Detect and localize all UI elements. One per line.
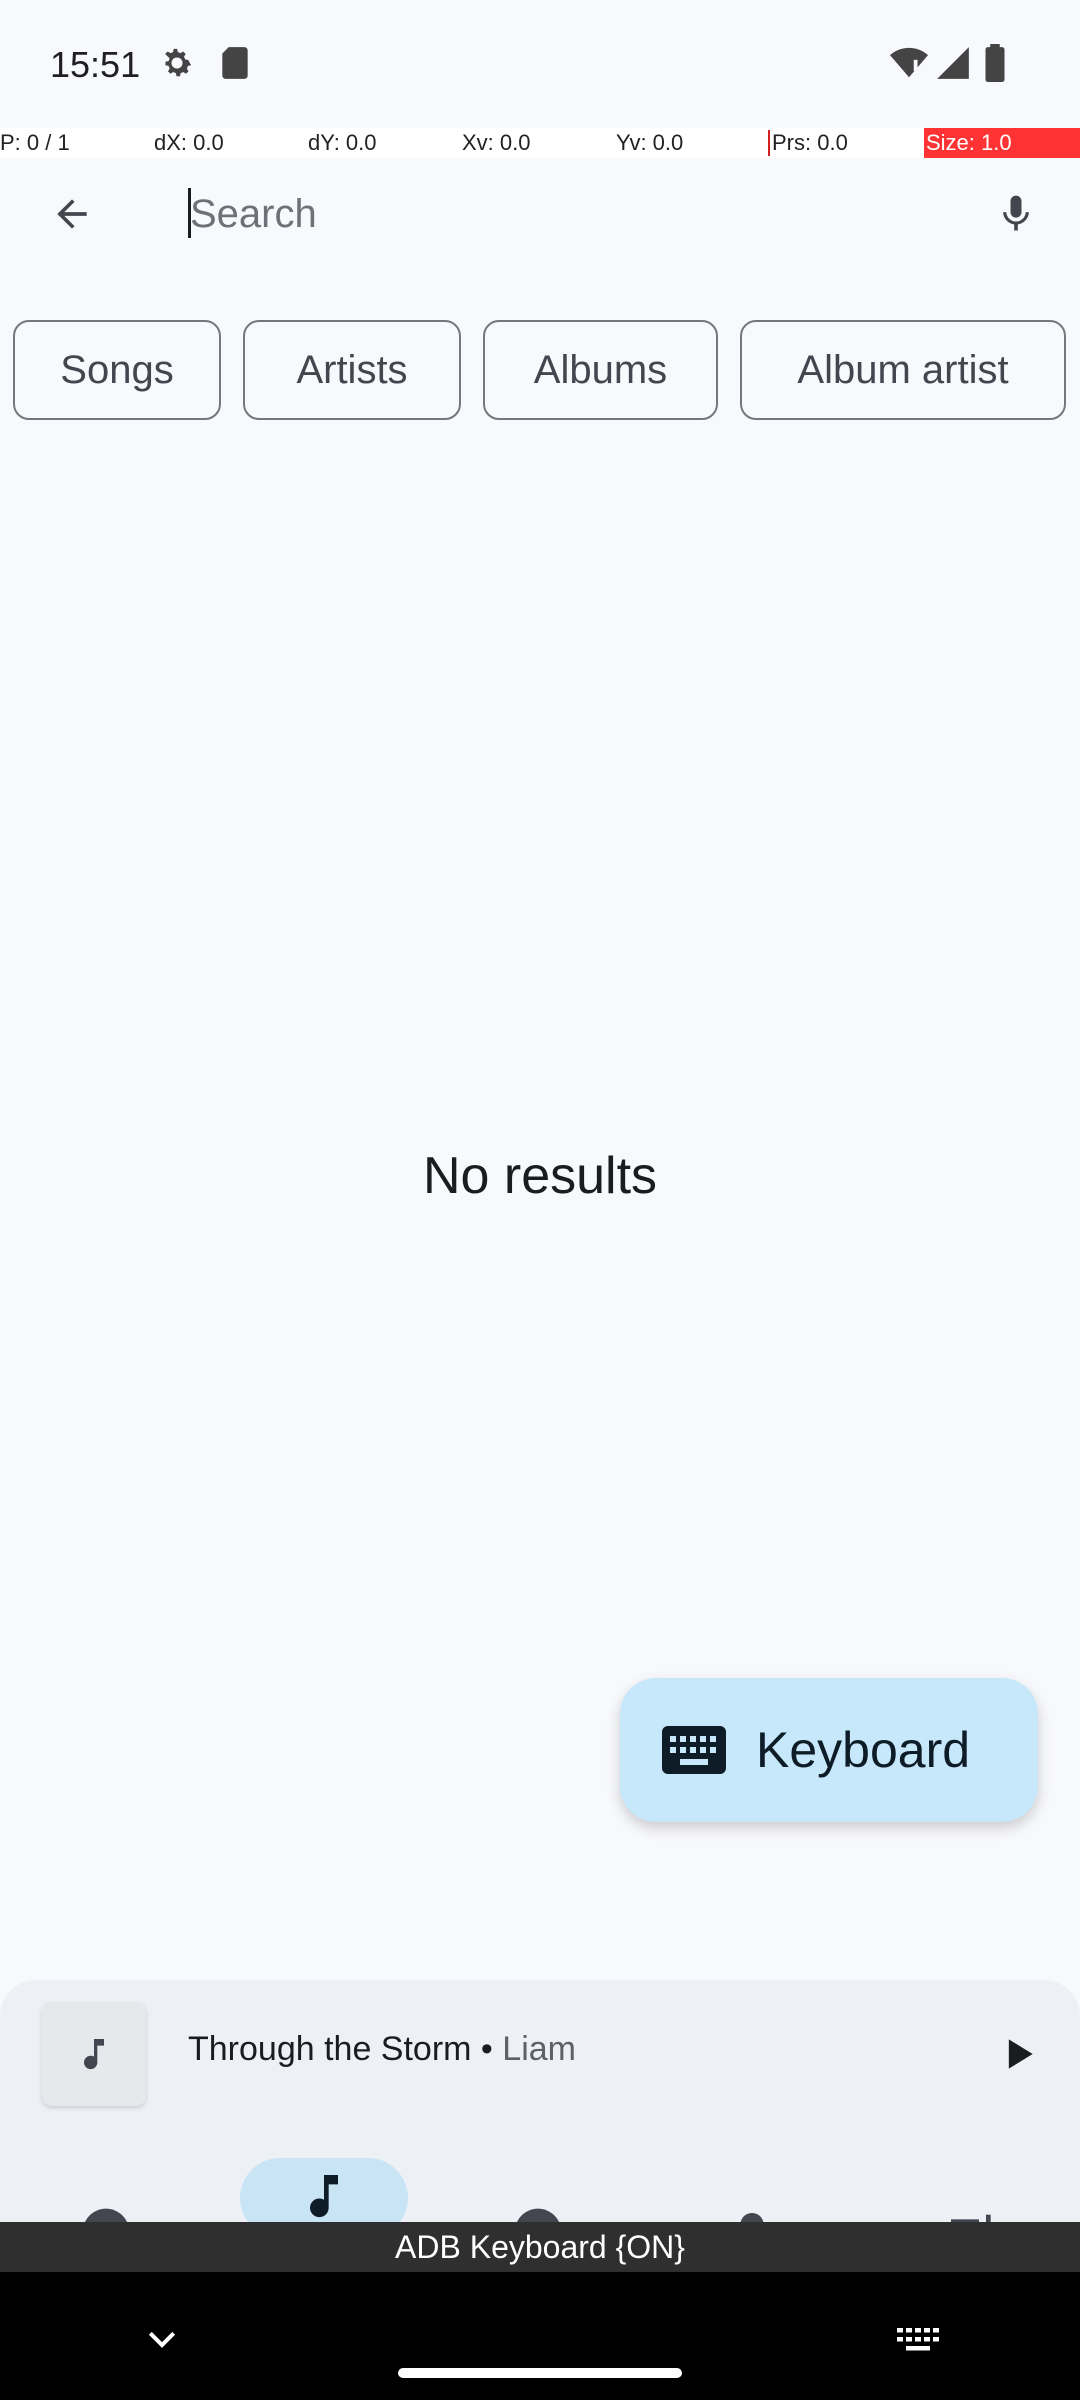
mini-player[interactable]: Through the Storm • Liam bbox=[0, 1980, 1080, 2128]
filter-chip-group: Songs Artists Albums Album artist bbox=[0, 320, 1080, 424]
chip-albums[interactable]: Albums bbox=[483, 320, 718, 420]
debug-xv: Xv: 0.0 bbox=[462, 130, 531, 155]
play-button[interactable] bbox=[990, 2026, 1046, 2082]
playlists-icon bbox=[951, 2214, 991, 2222]
music-note-icon bbox=[84, 2039, 104, 2070]
debug-yv: Yv: 0.0 bbox=[616, 130, 684, 155]
home-gesture-pill[interactable] bbox=[398, 2368, 682, 2378]
keyboard-fab[interactable]: Keyboard bbox=[620, 1678, 1038, 1822]
chip-album-artist[interactable]: Album artist bbox=[740, 320, 1066, 420]
battery-icon bbox=[985, 44, 1005, 82]
play-icon bbox=[1008, 2039, 1033, 2069]
artists-icon bbox=[740, 2213, 764, 2222]
no-results-message: No results bbox=[422, 1147, 658, 1205]
wifi-icon bbox=[890, 47, 928, 78]
chevron-down-icon bbox=[148, 2331, 176, 2348]
nav-playlists[interactable] bbox=[912, 2128, 1032, 2222]
status-bar: 15:51 bbox=[0, 0, 1080, 128]
keyboard-switch-icon bbox=[897, 2328, 939, 2351]
pointer-debug-overlay: P: 0 / 1 dX: 0.0 dY: 0.0 Xv: 0.0 Yv: 0.0… bbox=[0, 128, 1080, 158]
songs-icon bbox=[310, 2175, 338, 2218]
system-navigation-bar bbox=[0, 2272, 1080, 2400]
mic-icon bbox=[1003, 195, 1029, 231]
for-you-icon bbox=[84, 2208, 128, 2222]
chip-songs[interactable]: Songs bbox=[13, 320, 221, 420]
nav-songs[interactable] bbox=[264, 2128, 384, 2222]
nav-albums[interactable] bbox=[478, 2128, 598, 2222]
debug-size: Size: 1.0 bbox=[924, 128, 1080, 158]
switch-keyboard-button[interactable] bbox=[888, 2310, 948, 2370]
debug-pointer: P: 0 / 1 bbox=[0, 130, 70, 155]
track-separator: • bbox=[471, 2030, 503, 2068]
arrow-back-icon bbox=[57, 199, 87, 229]
keyboard-fab-label: Keyboard bbox=[756, 1722, 971, 1778]
status-time: 15:51 bbox=[50, 44, 141, 85]
signal-icon bbox=[937, 47, 969, 79]
hide-keyboard-button[interactable] bbox=[132, 2310, 192, 2370]
now-playing-text: Through the Storm • Liam bbox=[188, 2030, 576, 2069]
debug-dy: dY: 0.0 bbox=[308, 130, 377, 155]
back-button[interactable] bbox=[36, 178, 108, 250]
ime-status-banner: ADB Keyboard {ON} bbox=[0, 2222, 1080, 2272]
text-cursor bbox=[188, 188, 191, 238]
album-art bbox=[42, 2002, 146, 2106]
nav-artists[interactable] bbox=[692, 2128, 812, 2222]
voice-search-button[interactable] bbox=[980, 178, 1052, 250]
debug-prs: Prs: 0.0 bbox=[768, 130, 848, 156]
chip-artists[interactable]: Artists bbox=[243, 320, 461, 420]
albums-icon bbox=[516, 2208, 560, 2222]
track-artist: Liam bbox=[502, 2030, 576, 2068]
nav-for-you[interactable] bbox=[46, 2128, 166, 2222]
keyboard-icon bbox=[662, 1726, 726, 1774]
search-toolbar bbox=[0, 160, 1080, 262]
sd-card-icon bbox=[222, 47, 248, 79]
bottom-navigation bbox=[0, 2128, 1080, 2222]
debug-dx: dX: 0.0 bbox=[154, 130, 224, 155]
gear-icon bbox=[165, 48, 192, 77]
search-input[interactable] bbox=[188, 182, 952, 246]
track-title: Through the Storm bbox=[188, 2030, 472, 2068]
